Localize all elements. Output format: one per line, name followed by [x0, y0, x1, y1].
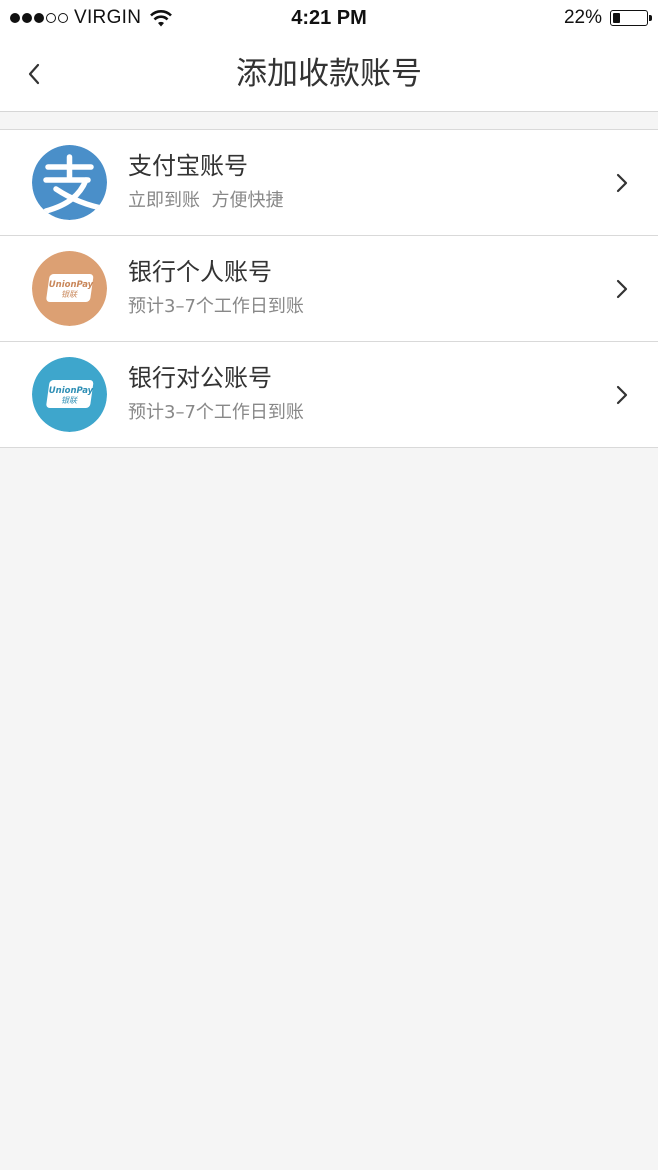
item-title: 支付宝账号: [128, 152, 248, 180]
unionpay-card-text: UnionPay: [49, 280, 94, 290]
unionpay-icon: UnionPay 银联: [32, 251, 107, 326]
chevron-right-icon: [616, 173, 628, 193]
battery-percent: 22%: [563, 7, 602, 28]
list-item-alipay-account[interactable]: 支付宝账号 立即到账 方便快捷: [0, 130, 658, 235]
unionpay-card-text-cn: 银联: [61, 290, 78, 299]
unionpay-card-text: UnionPay: [49, 386, 94, 396]
status-time: 4:21 PM: [291, 7, 367, 29]
chevron-left-icon: [28, 63, 40, 85]
status-bar: VIRGIN 4:21 PM 22%: [0, 0, 658, 38]
list-item-bank-corporate-account[interactable]: UnionPay 银联 银行对公账号 预计3–7个工作日到账: [0, 341, 658, 447]
item-subtitle: 立即到账 方便快捷: [128, 190, 284, 211]
unionpay-icon: UnionPay 银联: [32, 357, 107, 432]
list-item-bank-personal-account[interactable]: UnionPay 银联 银行个人账号 预计3–7个工作日到账: [0, 235, 658, 341]
item-title: 银行个人账号: [128, 258, 272, 286]
alipay-icon: [32, 145, 107, 220]
chevron-right-icon: [616, 385, 628, 405]
status-right: 22%: [563, 6, 652, 30]
item-subtitle: 预计3–7个工作日到账: [128, 402, 304, 423]
page-title: 添加收款账号: [236, 56, 422, 92]
item-title: 银行对公账号: [128, 364, 272, 392]
unionpay-card-text-cn: 银联: [61, 396, 78, 405]
chevron-right-icon: [616, 279, 628, 299]
back-button[interactable]: [18, 56, 50, 92]
account-type-list: 支付宝账号 立即到账 方便快捷 UnionPay 银联 银行个人账号 预计3–7…: [0, 129, 658, 448]
navigation-bar: 添加收款账号: [0, 38, 658, 112]
battery-icon: [610, 10, 652, 26]
battery-level-fill: [613, 13, 620, 23]
item-subtitle: 预计3–7个工作日到账: [128, 296, 304, 317]
